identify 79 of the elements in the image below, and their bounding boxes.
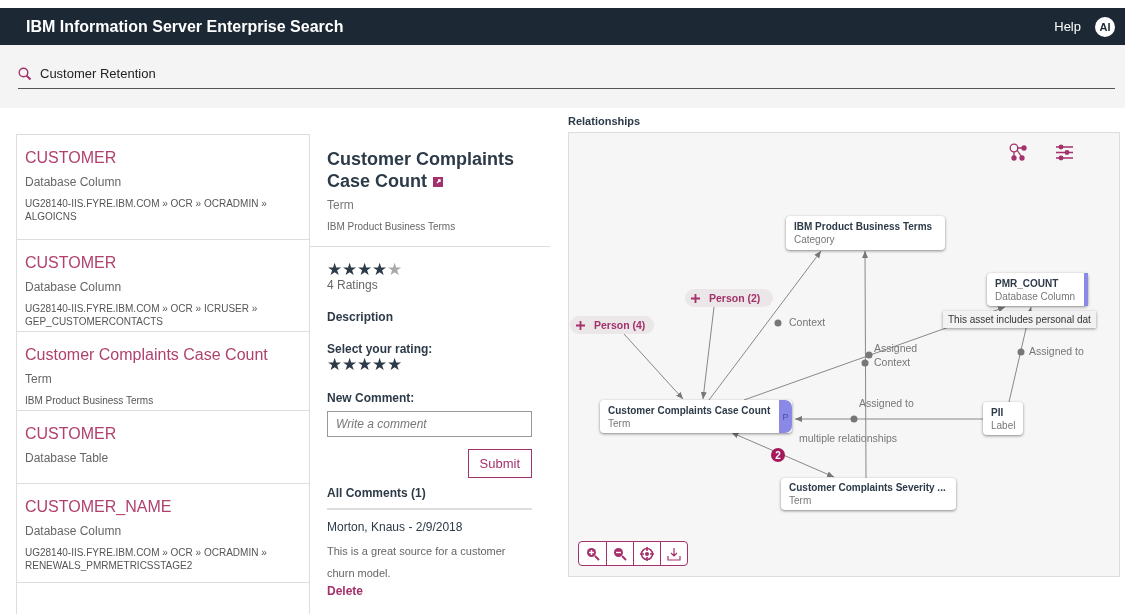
node-name: Customer Complaints Severity ... — [789, 481, 947, 494]
app-title: IBM Information Server Enterprise Search — [26, 17, 345, 36]
network-icon[interactable] — [1009, 143, 1028, 162]
star-icon[interactable]: ★ — [327, 356, 342, 373]
user-avatar[interactable]: AI — [1095, 16, 1115, 37]
result-name: CUSTOMER — [25, 149, 118, 167]
rating-prompt: Select your rating: — [327, 342, 434, 356]
result-path: IBM Product Business Terms — [25, 394, 155, 407]
node-group[interactable]: Person (2) — [685, 289, 773, 307]
edge-label: Assigned to — [1029, 345, 1084, 357]
filter-sliders-icon[interactable] — [1055, 143, 1074, 162]
search-bar[interactable]: Customer Retention — [0, 45, 1125, 108]
section-title: Relationships — [568, 115, 642, 127]
node-name: IBM Product Business Terms — [794, 220, 934, 233]
result-path: UG28140-IIS.FYRE.IBM.COM » OCR » OCRADMIN » RENEWALS_PMRMETRICSSTAGE2 — [25, 546, 268, 572]
star-icon[interactable]: ★ — [372, 356, 387, 373]
delete-link[interactable]: Delete — [327, 584, 364, 598]
star-icon[interactable]: ★ — [357, 356, 372, 373]
result-path: UG28140-IIS.FYRE.IBM.COM » OCR » ICRUSER » GEP_CUSTOMERCONTACTS — [25, 302, 259, 328]
node-type: Term — [789, 494, 813, 507]
submit-button[interactable]: Submit — [467, 449, 532, 478]
search-result[interactable]: CUSTOMER_NAME Database Column UG28140-IIS.FYRE.IBM.COM » OCR » OCRADMIN » RENEWALS_PMRMETRICSSTAGE2 — [17, 484, 309, 583]
edge-label: Context — [789, 316, 826, 328]
star-icon[interactable]: ★ — [387, 356, 402, 373]
tooltip: This asset includes personal dat — [943, 311, 1096, 328]
search-result[interactable]: CUSTOMER Database Table — [17, 411, 309, 484]
result-type: Database Table — [25, 451, 110, 465]
ratings-count: 4 Ratings — [327, 278, 379, 292]
crosshair-icon — [640, 546, 654, 561]
comment-author: Morton, Knaus - 2/9/2018 — [327, 520, 464, 534]
node-type: Label — [991, 418, 1015, 432]
star-icon: ★ — [387, 261, 402, 278]
star-icon[interactable]: ★ — [342, 356, 357, 373]
connector-arrow — [623, 333, 684, 400]
graph-node[interactable]: Customer Complaints Case Count Term P — [600, 400, 792, 433]
result-name: CUSTOMER — [25, 254, 118, 272]
asset-type: Term — [327, 198, 355, 212]
plus-icon — [691, 293, 700, 303]
help-link[interactable]: Help — [1054, 19, 1081, 34]
graph-node[interactable]: IBM Product Business Terms Category — [786, 216, 945, 250]
search-result[interactable]: Customer Complaints Case Count Term IBM Product Business Terms — [17, 332, 309, 411]
graph-node[interactable]: PMR_COUNT Database Column — [987, 273, 1088, 306]
star-icon: ★ — [357, 261, 372, 278]
result-name: CUSTOMER_NAME — [25, 498, 173, 516]
plus-icon — [576, 320, 585, 330]
node-name: PMR_COUNT — [995, 276, 1060, 290]
search-icon — [18, 67, 32, 81]
result-path: UG28140-IIS.FYRE.IBM.COM » OCR » OCRADMIN » ALGOICNS — [25, 197, 268, 223]
asset-category: IBM Product Business Terms — [327, 221, 457, 232]
result-name: Customer Complaints Case Count — [25, 346, 269, 364]
comments-heading: All Comments (1) — [327, 486, 532, 510]
description-label: Description — [327, 310, 394, 324]
result-type: Term — [25, 372, 53, 386]
count-badge: 2 — [771, 448, 785, 462]
external-link-icon[interactable] — [433, 177, 443, 188]
star-icon: ★ — [342, 261, 357, 278]
result-type: Database Column — [25, 280, 123, 294]
zoom-out-icon — [613, 546, 627, 561]
node-type: Category — [794, 233, 836, 246]
search-result[interactable]: CUSTOMER Database Column UG28140-IIS.FYRE.IBM.COM » OCR » OCRADMIN » ALGOICNS — [17, 135, 309, 240]
download-icon — [667, 546, 681, 561]
node-type: Term — [608, 416, 632, 430]
node-name: Customer Complaints Case Count — [608, 403, 772, 417]
edge-label: Context — [874, 356, 911, 368]
graph-node[interactable]: Customer Complaints Severity ... Term — [781, 478, 956, 510]
result-type: Database Column — [25, 175, 123, 189]
graph-node[interactable]: PII Label — [983, 402, 1023, 435]
comment-field[interactable]: Write a comment — [327, 411, 532, 437]
search-result[interactable]: CUSTOMER Database Column UG28140-IIS.FYRE.IBM.COM » OCR » ICRUSER » GEP_CUSTOMERCONTACTS — [17, 240, 309, 332]
comment-label: New Comment: — [327, 391, 416, 405]
star-icon: ★ — [327, 261, 342, 278]
result-name: CUSTOMER — [25, 425, 118, 443]
node-group[interactable]: Person (4) — [570, 316, 654, 334]
star-icon: ★ — [372, 261, 387, 278]
result-type: Database Column — [25, 524, 123, 538]
zoom-in-icon — [585, 546, 600, 561]
asset-title: Customer Complaints Case Count — [327, 148, 516, 192]
comment-text: This is a great source for a customer churn model. — [327, 544, 507, 581]
node-name: PII — [991, 405, 1005, 419]
